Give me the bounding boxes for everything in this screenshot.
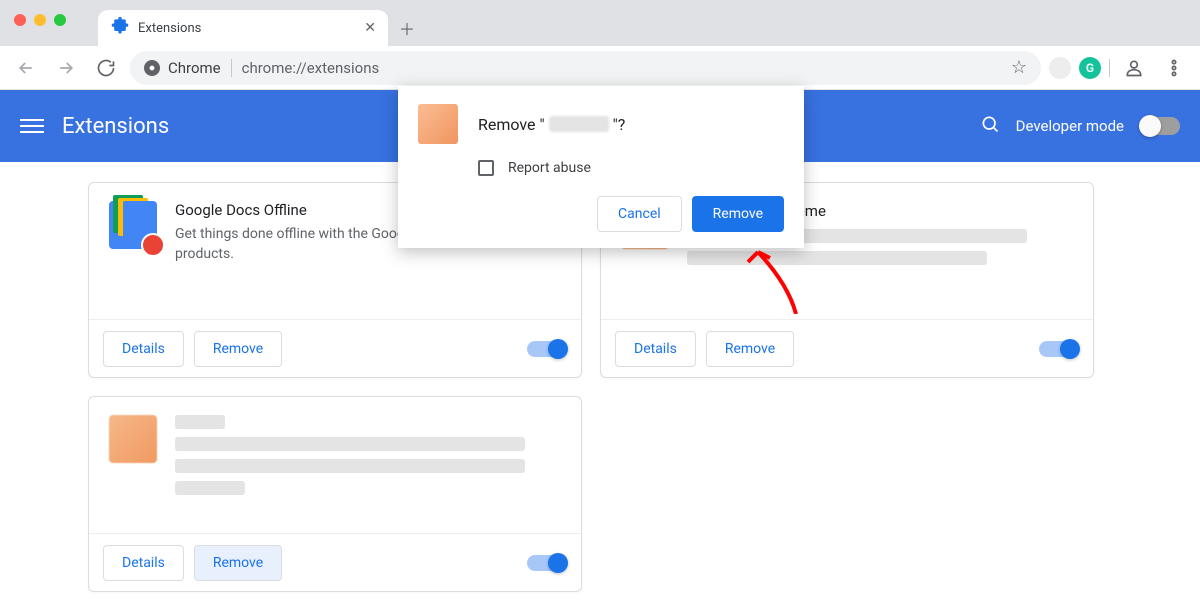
search-icon[interactable] (980, 114, 1000, 138)
extension-card: Details Remove (88, 396, 582, 592)
remove-button[interactable]: Remove (706, 331, 794, 367)
reload-button[interactable] (90, 52, 122, 84)
zoom-window-button[interactable] (54, 14, 66, 26)
extension-shortcut-1[interactable] (1049, 57, 1071, 79)
remove-extension-dialog: Remove ""? Report abuse Cancel Remove (398, 86, 804, 248)
tab-title: Extensions (138, 21, 201, 36)
details-button[interactable]: Details (103, 331, 184, 367)
toolbar-divider (1109, 59, 1110, 77)
address-bar[interactable]: Chrome chrome://extensions ☆ (130, 51, 1041, 85)
puzzle-icon (110, 16, 130, 40)
details-button[interactable]: Details (615, 331, 696, 367)
extension-icon (109, 415, 157, 463)
kebab-menu-button[interactable] (1158, 52, 1190, 84)
cancel-button[interactable]: Cancel (597, 196, 682, 232)
hamburger-icon[interactable] (20, 114, 44, 138)
grammarly-icon[interactable]: G (1079, 57, 1101, 79)
enable-toggle[interactable] (1039, 341, 1079, 357)
omnibox-chip-label: Chrome (168, 59, 221, 77)
browser-tab-extensions[interactable]: Extensions ✕ (98, 10, 388, 46)
extension-name (175, 415, 525, 429)
remove-button[interactable]: Remove (194, 331, 282, 367)
remove-button[interactable]: Remove (194, 545, 282, 581)
developer-mode-toggle[interactable] (1140, 117, 1180, 135)
page-title: Extensions (62, 114, 169, 139)
omnibox-divider (231, 59, 232, 77)
chrome-icon (144, 60, 160, 76)
dialog-extension-icon (418, 104, 458, 144)
report-abuse-label: Report abuse (508, 160, 591, 176)
new-tab-button[interactable]: ＋ (392, 13, 422, 43)
star-icon[interactable]: ☆ (1011, 57, 1027, 78)
report-abuse-checkbox[interactable] (478, 160, 494, 176)
google-docs-icon (109, 201, 157, 249)
close-window-button[interactable] (14, 14, 26, 26)
omnibox-url: chrome://extensions (242, 59, 380, 77)
profile-button[interactable] (1118, 52, 1150, 84)
extension-description (175, 437, 525, 495)
enable-toggle[interactable] (527, 341, 567, 357)
minimize-window-button[interactable] (34, 14, 46, 26)
developer-mode-label: Developer mode (1016, 117, 1124, 135)
details-button[interactable]: Details (103, 545, 184, 581)
confirm-remove-button[interactable]: Remove (692, 196, 784, 232)
close-tab-button[interactable]: ✕ (364, 20, 376, 36)
enable-toggle[interactable] (527, 555, 567, 571)
window-titlebar: Extensions ✕ ＋ (0, 0, 1200, 46)
browser-toolbar: Chrome chrome://extensions ☆ G (0, 46, 1200, 90)
dialog-title: Remove ""? (478, 115, 625, 134)
window-traffic-lights (14, 14, 66, 26)
forward-button[interactable] (50, 52, 82, 84)
back-button[interactable] (10, 52, 42, 84)
